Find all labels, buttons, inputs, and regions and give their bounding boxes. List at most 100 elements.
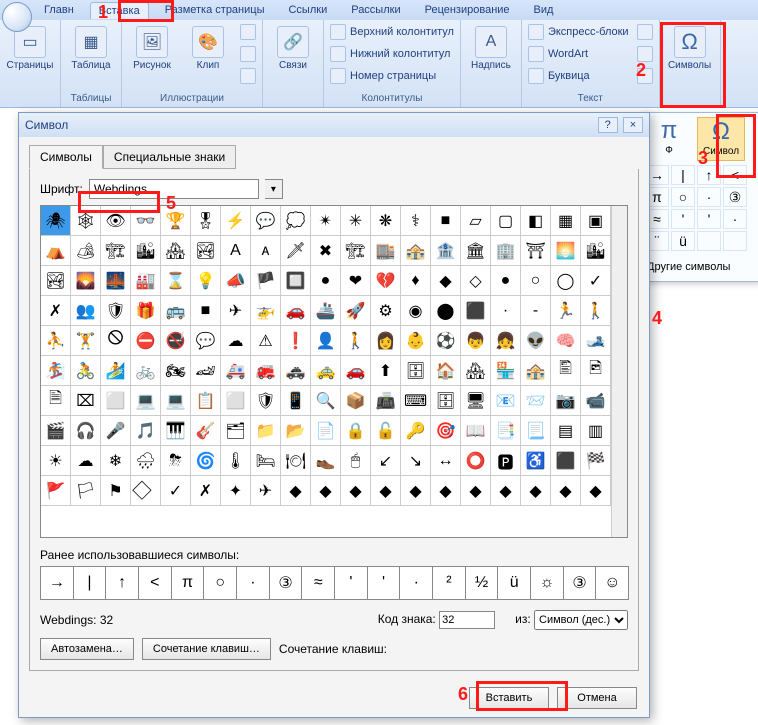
symbol-cell[interactable]: ⌛ bbox=[161, 266, 191, 296]
symbol-cell[interactable]: ◉ bbox=[401, 296, 431, 326]
symbol-cell[interactable]: 📣 bbox=[221, 266, 251, 296]
symbol-cell[interactable]: ▣ bbox=[581, 206, 611, 236]
pagenum-button[interactable]: Номер страницы bbox=[328, 66, 456, 86]
dialog-titlebar[interactable]: Символ ? × bbox=[19, 113, 649, 137]
symbol-cell[interactable]: ⌨ bbox=[401, 386, 431, 416]
symbol-cell[interactable]: 🌅 bbox=[551, 236, 581, 266]
ribbon-tab-mail[interactable]: Рассылки bbox=[343, 2, 408, 18]
symbol-cell[interactable]: 🛡 bbox=[251, 386, 281, 416]
recent-symbol-cell[interactable]: · bbox=[399, 566, 433, 600]
symbol-cell[interactable]: 🚀 bbox=[341, 296, 371, 326]
symbol-cell[interactable]: ◧ bbox=[521, 206, 551, 236]
from-select[interactable]: Символ (дес.) bbox=[534, 610, 628, 630]
mini-symbol-cell[interactable]: ' bbox=[697, 209, 721, 229]
symbol-cell[interactable]: 🌧 bbox=[131, 446, 161, 476]
recent-symbol-cell[interactable]: ½ bbox=[465, 566, 499, 600]
symbol-cell[interactable]: - bbox=[521, 296, 551, 326]
symbol-cell[interactable]: ✦ bbox=[221, 476, 251, 506]
symbol-cell[interactable]: 🎵 bbox=[131, 416, 161, 446]
symbol-cell[interactable]: ☁ bbox=[71, 446, 101, 476]
symbol-cell[interactable]: ⬤ bbox=[431, 296, 461, 326]
symbol-cell[interactable]: 🏘 bbox=[461, 356, 491, 386]
symbol-cell[interactable]: 📑 bbox=[491, 416, 521, 446]
symbol-cell[interactable]: 🏞 bbox=[191, 236, 221, 266]
symbol-cell[interactable]: 🏎 bbox=[191, 356, 221, 386]
symbol-cell[interactable]: 🕷 bbox=[41, 206, 71, 236]
autocorrect-button[interactable]: Автозамена… bbox=[40, 638, 134, 660]
symbol-cell[interactable]: ● bbox=[311, 266, 341, 296]
shapes-button[interactable] bbox=[238, 22, 258, 42]
symbol-cell[interactable]: 🌄 bbox=[71, 266, 101, 296]
recent-symbol-cell[interactable]: ² bbox=[432, 566, 466, 600]
symbol-cell[interactable]: 🎸 bbox=[191, 416, 221, 446]
symbol-cell[interactable]: 🎤 bbox=[101, 416, 131, 446]
symbol-cell[interactable]: 💭 bbox=[281, 206, 311, 236]
symbol-cell[interactable]: ⬛ bbox=[551, 446, 581, 476]
recent-symbol-cell[interactable]: ③ bbox=[563, 566, 597, 600]
recent-symbol-cell[interactable]: ③ bbox=[269, 566, 303, 600]
cancel-button[interactable]: Отмена bbox=[557, 687, 637, 709]
shortcut-button[interactable]: Сочетание клавиш… bbox=[142, 638, 271, 660]
symbol-cell[interactable]: 💡 bbox=[191, 266, 221, 296]
symbol-cell[interactable]: 🌉 bbox=[101, 266, 131, 296]
recent-symbol-cell[interactable]: ☺ bbox=[595, 566, 629, 600]
symbol-cell[interactable]: ◆ bbox=[581, 476, 611, 506]
symbol-cell[interactable]: 🏂 bbox=[41, 356, 71, 386]
symbol-cell[interactable]: ❄ bbox=[101, 446, 131, 476]
ribbon-tab-refs[interactable]: Ссылки bbox=[280, 2, 335, 18]
symbol-cell[interactable]: A bbox=[221, 236, 251, 266]
symbol-cell[interactable]: ▥ bbox=[581, 416, 611, 446]
ribbon-tab-layout[interactable]: Разметка страницы bbox=[157, 2, 273, 18]
symbol-cell[interactable]: 🔲 bbox=[281, 266, 311, 296]
symbol-cell[interactable]: 🎿 bbox=[581, 326, 611, 356]
symbol-cell[interactable]: 📹 bbox=[581, 386, 611, 416]
clipart-button[interactable]: 🎨 Клип bbox=[182, 22, 234, 90]
symbol-cell[interactable]: 🛏 bbox=[251, 446, 281, 476]
symbol-cell[interactable]: 🏗 bbox=[341, 236, 371, 266]
symbol-cell[interactable]: ⭕ bbox=[461, 446, 491, 476]
symbol-cell[interactable]: 📨 bbox=[521, 386, 551, 416]
recent-symbol-cell[interactable]: ○ bbox=[203, 566, 237, 600]
more-symbols-button[interactable]: Другие символы bbox=[645, 257, 755, 277]
symbol-cell[interactable]: ◆ bbox=[461, 476, 491, 506]
symbol-cell[interactable]: ◆ bbox=[311, 476, 341, 506]
symbol-cell[interactable]: ◆ bbox=[371, 476, 401, 506]
symbol-cell[interactable]: 🌀 bbox=[191, 446, 221, 476]
footer-button[interactable]: Нижний колонтитул bbox=[328, 44, 456, 64]
symbol-cell[interactable]: 🚗 bbox=[341, 356, 371, 386]
header-button[interactable]: Верхний колонтитул bbox=[328, 22, 456, 42]
symbol-cell[interactable]: ✳ bbox=[341, 206, 371, 236]
font-combobox[interactable]: Webdings bbox=[89, 179, 259, 199]
symbol-cell[interactable]: 🏃 bbox=[551, 296, 581, 326]
symbol-cell[interactable]: 🏦 bbox=[431, 236, 461, 266]
symbol-cell[interactable]: ⛔ bbox=[131, 326, 161, 356]
symbol-cell[interactable]: · bbox=[491, 296, 521, 326]
symbol-cell[interactable]: ♿ bbox=[521, 446, 551, 476]
symbol-cell[interactable]: 🚲 bbox=[131, 356, 161, 386]
symbol-cell[interactable]: ⃟ bbox=[131, 476, 161, 506]
symbol-cell[interactable]: 🚩 bbox=[41, 476, 71, 506]
recent-symbol-cell[interactable]: ≈ bbox=[301, 566, 335, 600]
symbol-cell[interactable]: ❤ bbox=[341, 266, 371, 296]
symbol-cell[interactable]: 🖺 bbox=[551, 356, 581, 386]
symbol-cell[interactable]: 🏠 bbox=[431, 356, 461, 386]
symbol-cell[interactable]: 🏙 bbox=[581, 236, 611, 266]
symbol-cell[interactable]: ⚠ bbox=[251, 326, 281, 356]
symbol-cell[interactable]: 🚗 bbox=[281, 296, 311, 326]
symbol-cell[interactable]: 🏛 bbox=[461, 236, 491, 266]
mini-symbol-cell[interactable] bbox=[697, 231, 721, 251]
symbol-cell[interactable]: 🏆 bbox=[161, 206, 191, 236]
recent-symbol-cell[interactable]: ' bbox=[367, 566, 401, 600]
symbol-cell[interactable]: 🚭 bbox=[161, 326, 191, 356]
font-dropdown-button[interactable]: ▾ bbox=[265, 179, 283, 199]
symbol-cell[interactable]: 🌡 bbox=[221, 446, 251, 476]
mini-symbol-cell[interactable]: ○ bbox=[671, 187, 695, 207]
symbol-button[interactable]: ΩСимвол bbox=[697, 117, 745, 161]
symbol-cell[interactable]: 🎖 bbox=[191, 206, 221, 236]
symbol-cell[interactable]: ● bbox=[491, 266, 521, 296]
symbol-cell[interactable]: ⛹ bbox=[41, 326, 71, 356]
symbol-cell[interactable]: 🏋 bbox=[71, 326, 101, 356]
symbol-cell[interactable]: 🔍 bbox=[311, 386, 341, 416]
symbol-cell[interactable]: ◇ bbox=[461, 266, 491, 296]
symbol-cell[interactable]: 💔 bbox=[371, 266, 401, 296]
